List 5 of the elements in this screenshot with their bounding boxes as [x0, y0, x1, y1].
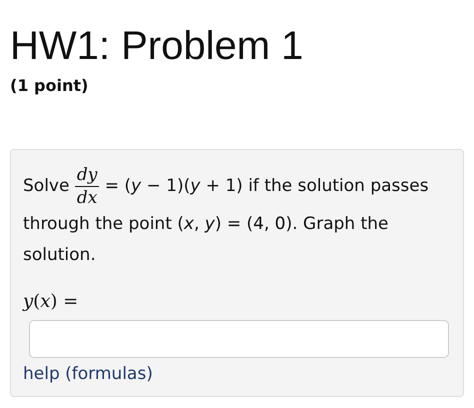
answer-input-field[interactable] [29, 320, 449, 358]
page-title: HW1: Problem 1 [10, 23, 304, 70]
answer-label: y(x) = [23, 291, 80, 312]
points-label: (1 point) [10, 76, 90, 95]
help-link[interactable]: help (formulas) [23, 364, 153, 384]
